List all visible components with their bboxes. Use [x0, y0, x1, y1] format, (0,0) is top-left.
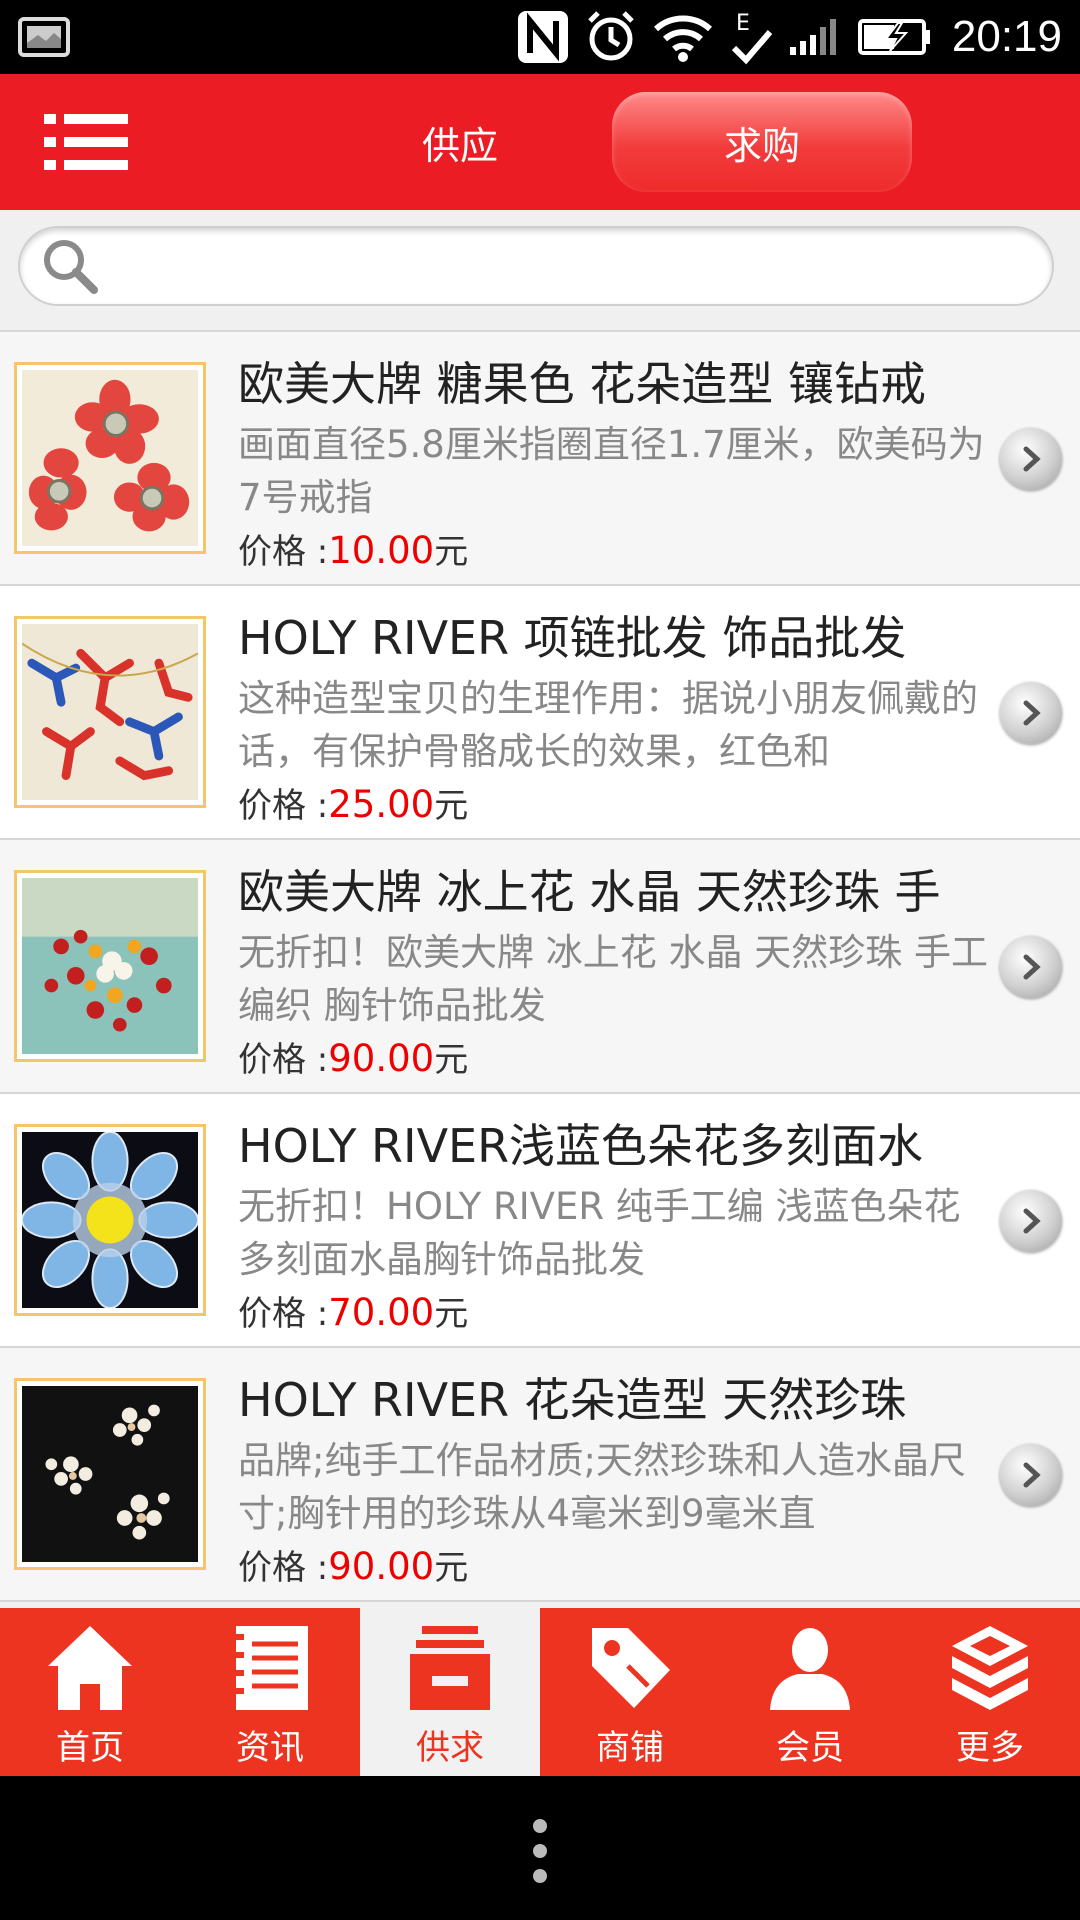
- product-thumbnail: [14, 870, 206, 1062]
- tab-buy[interactable]: 求购: [612, 92, 912, 192]
- svg-text:E: E: [736, 11, 750, 36]
- price-value: 90.00: [328, 1037, 435, 1080]
- search-input[interactable]: [110, 235, 1052, 297]
- nav-label: 更多: [956, 1728, 1024, 1768]
- search-box[interactable]: [18, 226, 1054, 306]
- search-icon: [44, 240, 98, 294]
- chevron-right-icon[interactable]: [1000, 682, 1062, 744]
- signal-icon: [788, 7, 844, 67]
- home-icon: [48, 1626, 132, 1710]
- chevron-right-icon[interactable]: [1000, 428, 1062, 490]
- price-label: 价格 :: [238, 1040, 329, 1080]
- price-label: 价格 :: [238, 786, 329, 826]
- search-bar: [0, 210, 1080, 332]
- price-unit: 元: [434, 1294, 469, 1334]
- price-value: 25.00: [328, 783, 435, 826]
- blue-crystal-flower-image: [22, 1132, 198, 1308]
- list-item[interactable]: HOLY RIVER浅蓝色朵花多刻面水 无折扣！HOLY RIVER 纯手工编 …: [0, 1094, 1080, 1348]
- bottom-nav: 首页 资讯 供求 商铺 会员 更多: [0, 1608, 1080, 1776]
- product-price: 价格 :10.00元: [238, 524, 468, 573]
- supply-demand-icon: [410, 1626, 490, 1710]
- coral-necklace-image: [22, 624, 198, 800]
- red-flower-ring-image: [22, 370, 198, 546]
- list-item[interactable]: 欧美大牌 糖果色 花朵造型 镶钻戒 画面直径5.8厘米指圈直径1.7厘米，欧美码…: [0, 332, 1080, 586]
- product-title: HOLY RIVER浅蓝色朵花多刻面水: [238, 1119, 924, 1173]
- product-description: 这种造型宝贝的生理作用：据说小朋友佩戴的话，有保护骨骼成长的效果，红色和: [238, 677, 978, 773]
- price-label: 价格 :: [238, 1548, 329, 1588]
- nav-label: 资讯: [236, 1728, 304, 1768]
- member-icon: [770, 1628, 850, 1710]
- nav-news[interactable]: 资讯: [180, 1608, 360, 1776]
- pearl-flower-brooch-image: [22, 1386, 198, 1562]
- battery-charging-icon: [857, 7, 932, 67]
- product-description: 无折扣！欧美大牌 冰上花 水晶 天然珍珠 手工编织 胸针饰品批发: [238, 931, 989, 1027]
- nfc-icon: [516, 7, 570, 67]
- product-thumbnail: [14, 362, 206, 554]
- system-nav-bar: [0, 1776, 1080, 1920]
- product-price: 价格 :90.00元: [238, 1032, 468, 1081]
- chevron-right-icon[interactable]: [1000, 1190, 1062, 1252]
- edge-data-icon: E: [728, 7, 774, 67]
- nav-label: 会员: [776, 1728, 844, 1768]
- product-title: HOLY RIVER 花朵造型 天然珍珠: [238, 1373, 907, 1427]
- nav-more[interactable]: 更多: [900, 1608, 1080, 1776]
- product-description: 品牌;纯手工作品材质;天然珍珠和人造水晶尺寸;胸针用的珍珠从4毫米到9毫米直: [238, 1439, 966, 1535]
- product-price: 价格 :70.00元: [238, 1286, 468, 1335]
- price-value: 10.00: [328, 529, 435, 572]
- product-description: 无折扣！HOLY RIVER 纯手工编 浅蓝色朵花多刻面水晶胸针饰品批发: [238, 1185, 961, 1281]
- list-menu-icon: [44, 114, 128, 170]
- product-thumbnail: [14, 1378, 206, 1570]
- product-title: 欧美大牌 冰上花 水晶 天然珍珠 手: [238, 865, 941, 919]
- nav-member[interactable]: 会员: [720, 1608, 900, 1776]
- price-value: 70.00: [328, 1291, 435, 1334]
- top-header: 供应 求购: [0, 74, 1080, 210]
- tab-supply[interactable]: 供应: [310, 92, 610, 192]
- price-value: 90.00: [328, 1545, 435, 1588]
- nav-supply-demand[interactable]: 供求: [360, 1608, 540, 1776]
- status-time: 20:19: [951, 12, 1062, 61]
- product-price: 价格 :90.00元: [238, 1540, 468, 1589]
- price-unit: 元: [434, 532, 469, 572]
- chevron-right-icon[interactable]: [1000, 936, 1062, 998]
- nav-home[interactable]: 首页: [0, 1608, 180, 1776]
- product-description: 画面直径5.8厘米指圈直径1.7厘米，欧美码为7号戒指: [238, 423, 985, 519]
- more-boxes-icon: [952, 1626, 1028, 1710]
- status-bar: E 20:19: [0, 0, 1080, 74]
- price-unit: 元: [434, 1548, 469, 1588]
- gallery-notification-icon: [18, 7, 70, 67]
- product-price: 价格 :25.00元: [238, 778, 468, 827]
- shop-tag-icon: [592, 1628, 670, 1708]
- nav-label: 商铺: [596, 1728, 664, 1768]
- chevron-right-icon[interactable]: [1000, 1444, 1062, 1506]
- price-unit: 元: [434, 1040, 469, 1080]
- list-item[interactable]: HOLY RIVER 花朵造型 天然珍珠 品牌;纯手工作品材质;天然珍珠和人造水…: [0, 1348, 1080, 1602]
- nav-label: 供求: [416, 1728, 484, 1768]
- product-list: 欧美大牌 糖果色 花朵造型 镶钻戒 画面直径5.8厘米指圈直径1.7厘米，欧美码…: [0, 332, 1080, 1602]
- crystal-flower-brooch-image: [22, 878, 198, 1054]
- nav-shop[interactable]: 商铺: [540, 1608, 720, 1776]
- list-item[interactable]: HOLY RIVER 项链批发 饰品批发 这种造型宝贝的生理作用：据说小朋友佩戴…: [0, 586, 1080, 840]
- list-item[interactable]: 欧美大牌 冰上花 水晶 天然珍珠 手 无折扣！欧美大牌 冰上花 水晶 天然珍珠 …: [0, 840, 1080, 1094]
- price-unit: 元: [434, 786, 469, 826]
- nav-label: 首页: [56, 1728, 124, 1768]
- menu-button[interactable]: [44, 112, 134, 172]
- wifi-icon: [652, 7, 714, 67]
- overflow-menu-icon[interactable]: [530, 1816, 550, 1886]
- price-label: 价格 :: [238, 1294, 329, 1334]
- alarm-icon: [584, 7, 638, 67]
- product-thumbnail: [14, 616, 206, 808]
- price-label: 价格 :: [238, 532, 329, 572]
- product-thumbnail: [14, 1124, 206, 1316]
- product-title: 欧美大牌 糖果色 花朵造型 镶钻戒: [238, 357, 926, 411]
- product-title: HOLY RIVER 项链批发 饰品批发: [238, 611, 907, 665]
- news-icon: [232, 1626, 308, 1710]
